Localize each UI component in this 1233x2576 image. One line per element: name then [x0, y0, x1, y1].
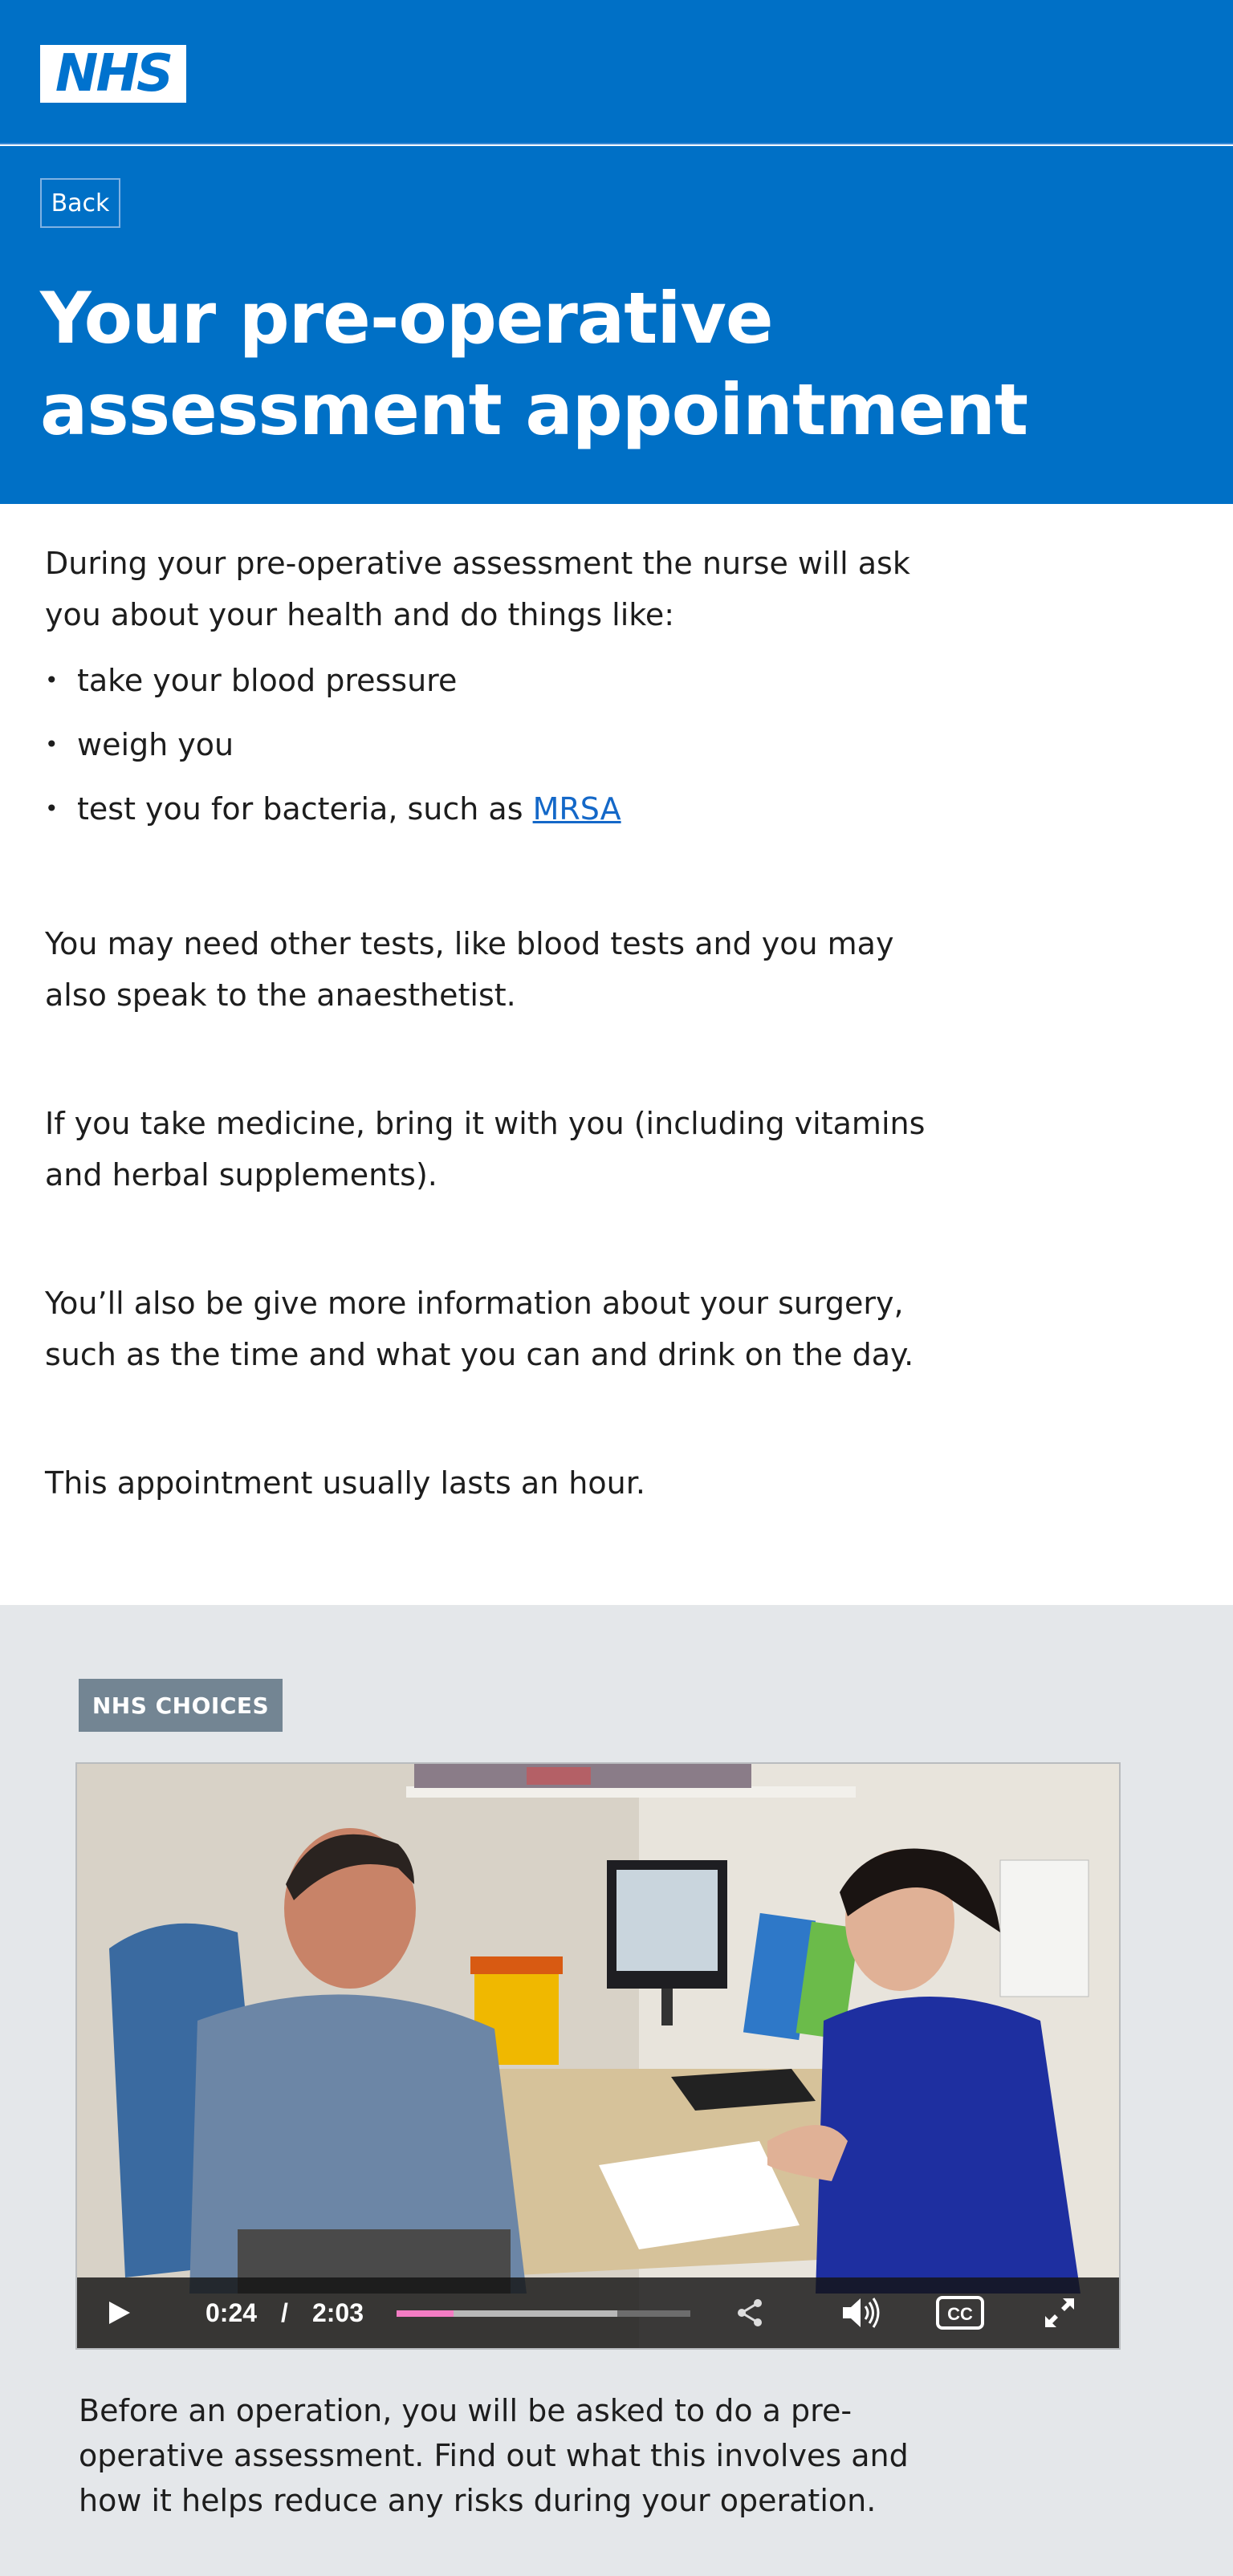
list-item: take your blood pressure	[45, 648, 928, 713]
closed-captions-icon[interactable]: CC	[936, 2277, 984, 2348]
list-item-text: test you for bacteria, such as	[77, 791, 533, 827]
play-icon[interactable]	[104, 2277, 133, 2348]
video-controls: 0:24 / 2:03 CC	[77, 2277, 1119, 2348]
svg-text:CC: CC	[947, 2304, 973, 2324]
page-title-line-2: assessment appointment	[40, 368, 1028, 451]
nhs-logo[interactable]: NHS	[40, 45, 186, 103]
current-time: 0:24	[206, 2298, 258, 2327]
video-section: NHS CHOICES 0:24 / 2:03 CC Before an ope…	[0, 1605, 1233, 2576]
volume-icon[interactable]	[840, 2277, 881, 2348]
surgery-info-paragraph: You’ll also be give more information abo…	[45, 1286, 914, 1372]
time-separator: /	[281, 2298, 288, 2327]
duration-time: 2:03	[311, 2298, 364, 2327]
video-time: 0:24 / 2:03	[206, 2277, 364, 2348]
video-caption: Before an operation, you will be asked t…	[79, 2393, 909, 2518]
page-hero: Back Your pre-operative assessment appoi…	[0, 146, 1233, 504]
site-header: NHS	[0, 0, 1233, 144]
share-icon[interactable]	[734, 2277, 766, 2348]
progress-bar[interactable]	[397, 2310, 690, 2317]
list-item-text: take your blood pressure	[77, 663, 458, 698]
medicine-paragraph: If you take medicine, bring it with you …	[45, 1106, 926, 1193]
page-title: Your pre-operative assessment appointmen…	[40, 273, 1084, 456]
list-item: weigh you	[45, 713, 928, 777]
page-title-line-1: Your pre-operative	[40, 277, 774, 360]
tests-paragraph: You may need other tests, like blood tes…	[45, 926, 894, 1013]
mrsa-link[interactable]: MRSA	[533, 791, 621, 827]
back-button[interactable]: Back	[40, 178, 120, 228]
progress-played	[397, 2310, 454, 2317]
video-player[interactable]: 0:24 / 2:03 CC	[75, 1762, 1121, 2350]
fullscreen-icon[interactable]	[1042, 2277, 1077, 2348]
assessment-list: take your blood pressure weigh you test …	[45, 648, 928, 841]
list-item-text: weigh you	[77, 727, 234, 762]
main-content: During your pre-operative assessment the…	[45, 538, 928, 1509]
intro-paragraph: During your pre-operative assessment the…	[45, 546, 910, 632]
source-badge: NHS CHOICES	[79, 1679, 283, 1732]
nhs-logo-text: NHS	[55, 44, 173, 104]
video-frame	[77, 1764, 1119, 2348]
list-item: test you for bacteria, such as MRSA	[45, 777, 928, 841]
duration-paragraph: This appointment usually lasts an hour.	[45, 1465, 645, 1501]
